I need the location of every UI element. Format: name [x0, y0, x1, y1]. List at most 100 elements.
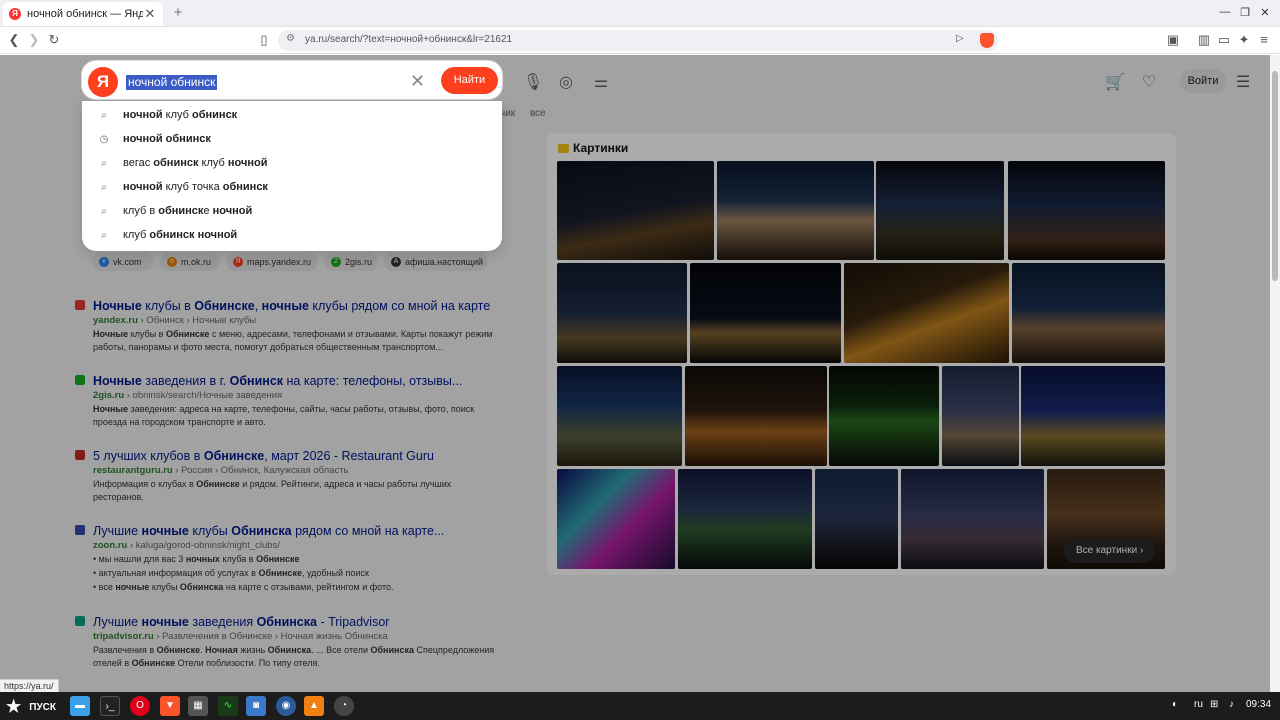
wallet-icon[interactable]: ▭ — [1216, 32, 1232, 48]
search-box[interactable]: Я ночной обнинск ✕ Найти — [82, 61, 502, 99]
chip-ok[interactable]: o m.ok.ru — [160, 253, 220, 271]
address-bar[interactable]: ⚙ ya.ru/search/?text=ночной+обнинск&lr=2… — [278, 30, 998, 51]
result-title-link[interactable]: 5 лучших клубов в Обнинске, март 2026 - … — [93, 448, 495, 464]
result-path[interactable]: › kaluga/gorod-obninsk/night_clubs/ — [127, 540, 280, 551]
result-domain[interactable]: zoon.ru — [93, 540, 127, 551]
disk-icon[interactable]: ◉ — [276, 696, 296, 716]
forward-icon[interactable]: ❯ — [26, 32, 42, 48]
suggestion-item[interactable]: ◷ ночной обнинск — [98, 127, 211, 151]
result-path[interactable]: › Обнинск › Ночные клубы — [138, 315, 257, 326]
result-domain[interactable]: tripadvisor.ru — [93, 631, 154, 642]
voice-search-icon[interactable]: 🎙 — [523, 72, 543, 92]
file-manager-icon[interactable]: ▬ — [70, 696, 90, 716]
sidebar-icon[interactable]: ▥ — [1196, 32, 1212, 48]
start-button[interactable]: ★ ПУСК — [6, 697, 56, 717]
browser-menu-icon[interactable]: ≡ — [1256, 32, 1272, 48]
back-icon[interactable]: ❮ — [6, 32, 22, 48]
suggestion-item[interactable]: ⌕ клуб обнинск ночной — [98, 223, 237, 247]
filters-icon[interactable]: ⚌ — [592, 72, 610, 92]
result-title-link[interactable]: Ночные клубы в Обнинске, ночные клубы ря… — [93, 298, 495, 314]
suggestion-item[interactable]: ⌕ клуб в обнинске ночной — [98, 199, 252, 223]
new-tab-icon[interactable]: + — [170, 4, 186, 21]
result-path[interactable]: › Развлечения в Обнинске › Ночная жизнь … — [154, 631, 387, 642]
image-thumbnail[interactable] — [901, 469, 1044, 569]
app-icon[interactable]: ◔ — [334, 696, 354, 716]
image-thumbnail[interactable] — [557, 366, 682, 466]
result-path[interactable]: › obninsk/search/Ночные заведения — [124, 390, 282, 401]
extensions-icon[interactable]: ✦ — [1236, 32, 1252, 48]
bookmark-icon[interactable]: ▯ — [256, 32, 272, 48]
network-status-icon[interactable]: ◐ — [1172, 699, 1178, 710]
opera-icon[interactable]: O — [130, 696, 150, 716]
all-images-button[interactable]: Все картинки › — [1064, 539, 1156, 563]
minimize-icon[interactable]: — — [1217, 6, 1233, 18]
favorites-heart-icon[interactable]: ♡ — [1140, 72, 1158, 92]
suggestion-item[interactable]: ⌕ вегас обнинск клуб ночной — [98, 151, 267, 175]
share-icon[interactable]: ▷ — [956, 33, 964, 44]
suggestion-item[interactable]: ⌕ ночной клуб точка обнинск — [98, 175, 268, 199]
image-thumbnail[interactable] — [844, 263, 1009, 363]
image-thumbnail[interactable] — [829, 366, 939, 466]
image-thumbnail[interactable] — [685, 366, 827, 466]
cart-icon[interactable]: 🛒 — [1105, 72, 1125, 92]
image-thumbnail[interactable] — [557, 161, 714, 260]
network-icon[interactable]: ⊞ — [1210, 699, 1218, 710]
system-monitor-icon[interactable]: ∿ — [218, 696, 238, 716]
volume-icon[interactable]: ♪ — [1229, 699, 1234, 710]
image-thumbnail[interactable] — [1008, 161, 1165, 260]
image-search-icon[interactable]: ◎ — [557, 72, 575, 92]
result-domain[interactable]: yandex.ru — [93, 315, 138, 326]
image-thumbnail[interactable] — [1012, 263, 1165, 363]
result-title-link[interactable]: Ночные заведения в г. Обнинск на карте: … — [93, 373, 495, 389]
clear-icon[interactable]: ✕ — [410, 71, 425, 92]
screenshot-app-icon[interactable]: ◙ — [246, 696, 266, 716]
result-url[interactable]: yandex.ru › Обнинск › Ночные клубы — [93, 315, 495, 327]
image-thumbnail[interactable] — [1021, 366, 1165, 466]
chip-maps-yandex[interactable]: Яmaps.yandex.ru — [226, 253, 318, 271]
close-tab-icon[interactable]: ✕ — [143, 6, 157, 22]
menu-icon[interactable]: ☰ — [1236, 72, 1250, 92]
vlc-icon[interactable]: ▲ — [304, 696, 324, 716]
chip-2gis[interactable]: 2 2gis.ru — [324, 253, 378, 271]
image-thumbnail[interactable] — [678, 469, 812, 569]
search-input[interactable]: ночной обнинск — [126, 75, 218, 90]
image-thumbnail[interactable] — [942, 366, 1019, 466]
screenshot-icon[interactable]: ▣ — [1165, 32, 1181, 48]
site-info-icon[interactable]: ⚙ — [286, 33, 295, 44]
close-window-icon[interactable]: ✕ — [1257, 6, 1273, 19]
scrollbar-thumb[interactable] — [1272, 71, 1278, 281]
image-thumbnail[interactable] — [557, 263, 687, 363]
image-thumbnail[interactable] — [876, 161, 1004, 260]
brave-shield-icon[interactable] — [980, 33, 994, 48]
result-title-link[interactable]: Лучшие ночные клубы Обнинска рядом со мн… — [93, 523, 495, 539]
result-domain[interactable]: 2gis.ru — [93, 390, 124, 401]
calculator-icon[interactable]: ▦ — [188, 696, 208, 716]
restore-icon[interactable]: ❐ — [1237, 6, 1253, 19]
terminal-icon[interactable]: ›_ — [100, 696, 120, 716]
result-domain[interactable]: restaurantguru.ru — [93, 465, 173, 476]
login-button[interactable]: Войти — [1180, 69, 1226, 93]
url-text[interactable]: ya.ru/search/?text=ночной+обнинск&lr=216… — [305, 34, 512, 45]
yandex-logo[interactable]: Я — [88, 67, 118, 97]
result-url[interactable]: restaurantguru.ru › Россия › Обнинск, Ка… — [93, 465, 495, 477]
result-title-link[interactable]: Лучшие ночные заведения Обнинска - Tripa… — [93, 614, 495, 630]
result-url[interactable]: zoon.ru › kaluga/gorod-obninsk/night_clu… — [93, 540, 495, 552]
result-path[interactable]: › Россия › Обнинск, Калужская область — [173, 465, 348, 476]
image-thumbnail[interactable] — [815, 469, 898, 569]
search-button[interactable]: Найти — [441, 67, 498, 94]
lang-indicator[interactable]: ru — [1194, 699, 1203, 710]
result-url[interactable]: 2gis.ru › obninsk/search/Ночные заведени… — [93, 390, 495, 402]
chip-afisha[interactable]: Аафиша.настоящий — [384, 253, 488, 271]
brave-icon[interactable]: ▼ — [160, 696, 180, 716]
images-heading[interactable]: Картинки — [558, 141, 628, 155]
browser-tab[interactable]: Я ночной обнинск — Яндекс: ✕ — [3, 2, 163, 26]
image-thumbnail[interactable] — [557, 469, 675, 569]
suggestion-item[interactable]: ⌕ ночной клуб обнинск — [98, 103, 237, 127]
result-url[interactable]: tripadvisor.ru › Развлечения в Обнинске … — [93, 631, 495, 643]
chip-vk[interactable]: к vk.com — [92, 253, 154, 271]
image-thumbnail[interactable] — [717, 161, 874, 260]
reload-icon[interactable]: ↻ — [46, 32, 62, 48]
scrollbar[interactable] — [1270, 55, 1280, 692]
image-thumbnail[interactable] — [690, 263, 841, 363]
tab-all[interactable]: все — [530, 108, 546, 119]
